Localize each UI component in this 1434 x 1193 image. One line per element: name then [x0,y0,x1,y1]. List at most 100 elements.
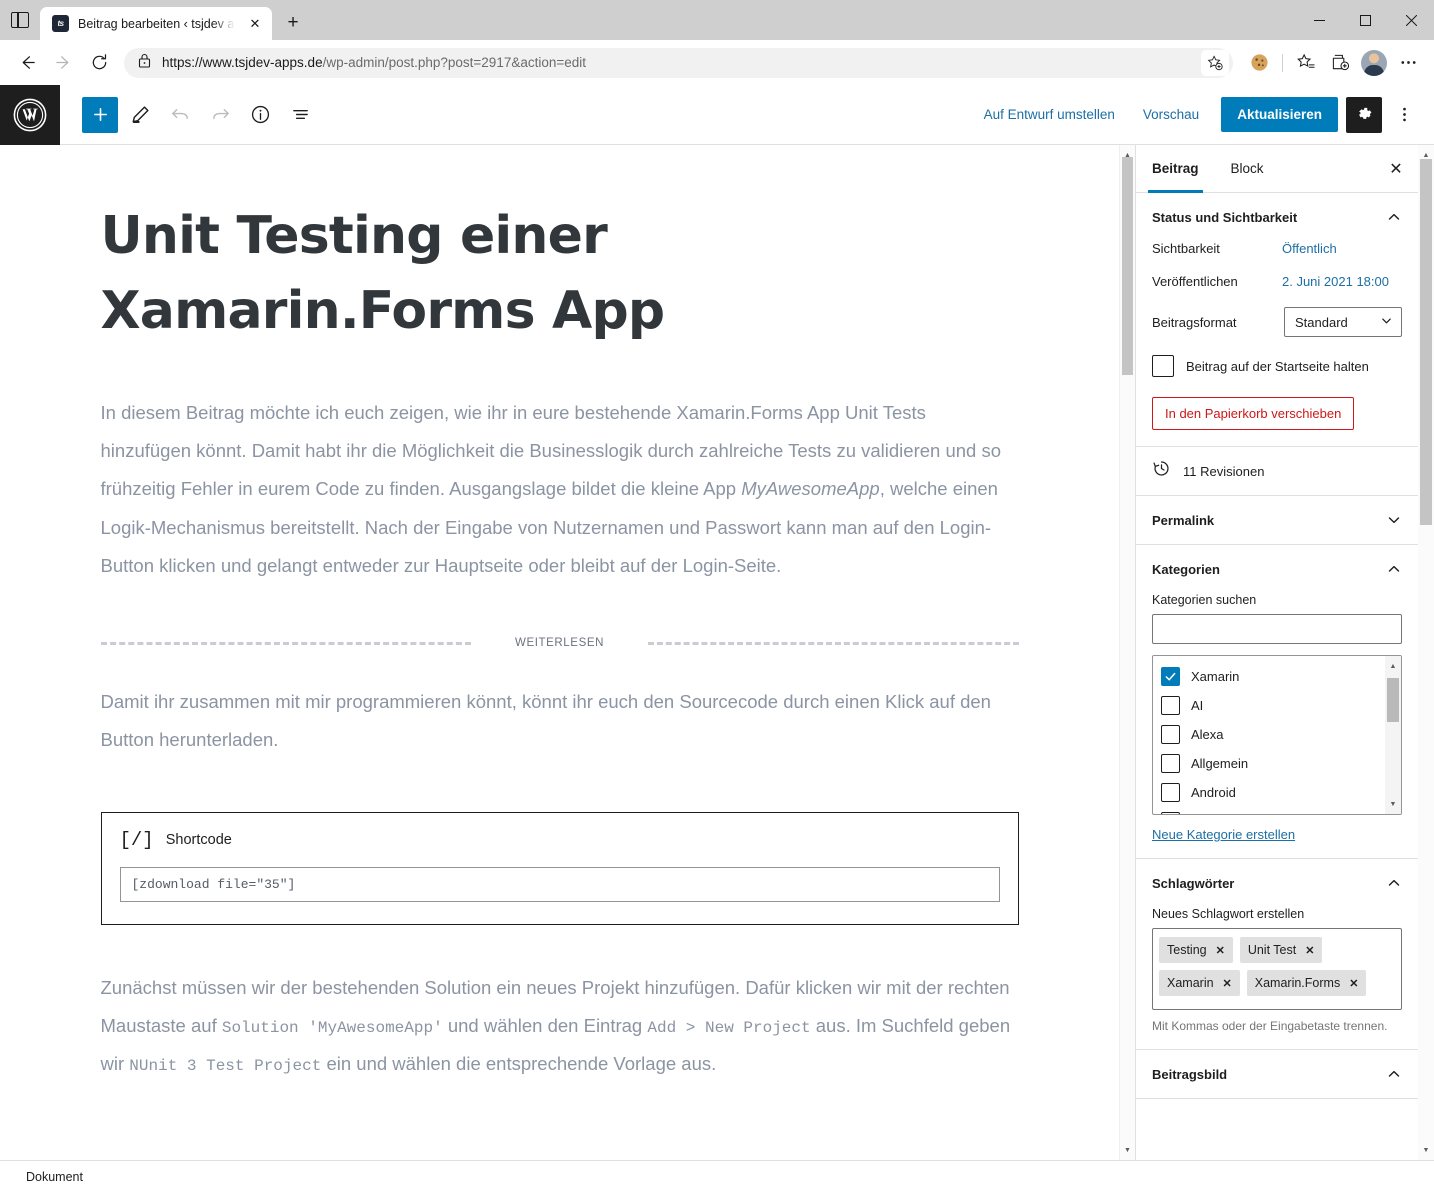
settings-more-icon[interactable] [1392,47,1424,79]
wordpress-logo[interactable] [0,85,60,145]
profile-avatar[interactable] [1358,47,1390,79]
visibility-value[interactable]: Öffentlich [1282,241,1337,256]
categories-search-input[interactable] [1152,614,1402,644]
back-icon[interactable] [10,46,44,80]
tag-chip[interactable]: Testing ✕ [1159,937,1233,963]
paragraph-block-2[interactable]: Damit ihr zusammen mit mir programmieren… [101,683,1019,760]
publish-label: Veröffentlichen [1152,274,1282,289]
panel-featured-image-header[interactable]: Beitragsbild [1136,1050,1418,1098]
panel-status-header[interactable]: Status und Sichtbarkeit [1136,193,1418,241]
tab-close-icon[interactable]: ✕ [244,13,266,35]
close-icon[interactable] [1388,0,1434,40]
address-bar[interactable]: https://www.tsjdev-apps.de/wp-admin/post… [124,48,1233,78]
category-item[interactable]: Xamarin [1161,662,1401,691]
favorites-icon[interactable] [1290,47,1322,79]
url-text: https://www.tsjdev-apps.de/wp-admin/post… [162,55,1225,70]
categories-scroll-thumb[interactable] [1387,678,1399,722]
editor-header: Auf Entwurf umstellen Vorschau Aktualisi… [0,85,1434,145]
panel-revisions: 11 Revisionen [1136,447,1418,496]
chevron-up-icon [1386,1066,1402,1082]
shortcode-block[interactable]: [/] Shortcode [zdownload file="35"] [101,812,1019,925]
scroll-up-icon[interactable]: ▲ [1385,658,1401,674]
move-to-trash-button[interactable]: In den Papierkorb verschieben [1152,397,1354,430]
sidebar-scroll-thumb[interactable] [1420,159,1432,525]
panel-tags-header[interactable]: Schlagwörter [1136,859,1418,907]
category-item[interactable]: Android [1161,778,1401,807]
tag-remove-icon[interactable]: ✕ [1216,944,1225,957]
wordpress-editor: Auf Entwurf umstellen Vorschau Aktualisi… [0,85,1434,1193]
maximize-icon[interactable] [1342,0,1388,40]
edit-tool-icon[interactable] [122,97,158,133]
category-label: Allgemein [1191,756,1248,771]
category-checkbox[interactable] [1161,812,1180,815]
panel-categories: Kategorien Kategorien suchen [1136,545,1418,859]
categories-list[interactable]: Xamarin AI Alexa [1152,655,1402,815]
tag-remove-icon[interactable]: ✕ [1349,977,1358,990]
collections-icon[interactable] [1324,47,1356,79]
browser-tab[interactable]: ts Beitrag bearbeiten ‹ tsjdev apps - ✕ [40,7,272,40]
shortcode-icon: [/] [120,829,154,851]
more-block[interactable]: WEITERLESEN [101,637,1019,649]
category-checkbox[interactable] [1161,725,1180,744]
editor-statusbar: Dokument [0,1160,1434,1193]
row-sticky[interactable]: Beitrag auf der Startseite halten [1152,355,1402,377]
scroll-down-icon[interactable]: ▼ [1385,796,1401,812]
paragraph-block-1[interactable]: In diesem Beitrag möchte ich euch zeigen… [101,394,1019,585]
publish-value[interactable]: 2. Juni 2021 18:00 [1282,274,1389,289]
shortcode-input[interactable]: [zdownload file="35"] [120,867,1000,902]
tab-actions-button[interactable] [0,0,40,40]
minimize-icon[interactable] [1296,0,1342,40]
category-item[interactable]: Allgemein [1161,749,1401,778]
post-format-select[interactable]: Standard [1284,307,1402,337]
info-icon[interactable] [242,97,278,133]
categories-scrollbar[interactable]: ▲ ▼ [1385,656,1401,814]
category-checkbox[interactable] [1161,696,1180,715]
editor-scrollbar[interactable]: ▲ ▼ [1119,145,1135,1160]
create-category-link[interactable]: Neue Kategorie erstellen [1152,827,1402,842]
panel-tags-body: Neues Schlagwort erstellen Testing ✕ Uni… [1136,907,1418,1049]
add-favorite-icon[interactable] [1201,50,1229,76]
switch-to-draft-button[interactable]: Auf Entwurf umstellen [970,99,1129,130]
preview-button[interactable]: Vorschau [1129,99,1213,130]
cookie-icon[interactable] [1243,47,1275,79]
more-dash-right [648,642,1018,645]
update-button[interactable]: Aktualisieren [1221,97,1338,132]
category-checkbox[interactable] [1161,754,1180,773]
scroll-down-icon[interactable]: ▼ [1418,1142,1434,1158]
category-label: Xamarin [1191,669,1239,684]
tag-remove-icon[interactable]: ✕ [1305,944,1314,957]
settings-tabs: Beitrag Block ✕ [1136,145,1418,193]
gear-icon[interactable] [1346,97,1382,133]
revisions-row[interactable]: 11 Revisionen [1136,447,1418,495]
tab-block[interactable]: Block [1215,145,1280,192]
editor-scroll-thumb[interactable] [1122,157,1133,375]
scroll-down-icon[interactable]: ▼ [1120,1142,1135,1158]
status-document-label[interactable]: Dokument [26,1170,83,1184]
tag-chip[interactable]: Xamarin.Forms ✕ [1247,970,1367,996]
sticky-checkbox[interactable] [1152,355,1174,377]
category-item[interactable]: Alexa [1161,720,1401,749]
paragraph-block-3[interactable]: Zunächst müssen wir der bestehenden Solu… [101,969,1019,1084]
category-checkbox[interactable] [1161,667,1180,686]
add-block-button[interactable] [82,97,118,133]
category-label: Alexa [1191,727,1224,742]
more-options-icon[interactable] [1386,97,1422,133]
post-title[interactable]: Unit Testing einer Xamarin.Forms App [101,199,1019,350]
list-view-icon[interactable] [282,97,318,133]
reload-icon[interactable] [82,46,116,80]
new-tab-button[interactable]: + [278,8,308,38]
tag-remove-icon[interactable]: ✕ [1223,977,1232,990]
category-item[interactable]: AI [1161,691,1401,720]
category-item[interactable]: Apple [1161,807,1401,815]
panel-categories-header[interactable]: Kategorien [1136,545,1418,593]
tag-chip[interactable]: Unit Test ✕ [1240,937,1323,963]
panel-permalink-header[interactable]: Permalink [1136,496,1418,544]
category-checkbox[interactable] [1161,783,1180,802]
tag-chip[interactable]: Xamarin ✕ [1159,970,1240,996]
editor-canvas[interactable]: Unit Testing einer Xamarin.Forms App In … [0,145,1119,1160]
tab-beitrag[interactable]: Beitrag [1136,145,1215,192]
close-sidebar-icon[interactable]: ✕ [1374,145,1418,192]
sidebar-scrollbar[interactable]: ▲ ▼ [1418,145,1434,1160]
favicon-text: ts [57,19,63,28]
tags-input-box[interactable]: Testing ✕ Unit Test ✕ Xamarin ✕ [1152,928,1402,1010]
